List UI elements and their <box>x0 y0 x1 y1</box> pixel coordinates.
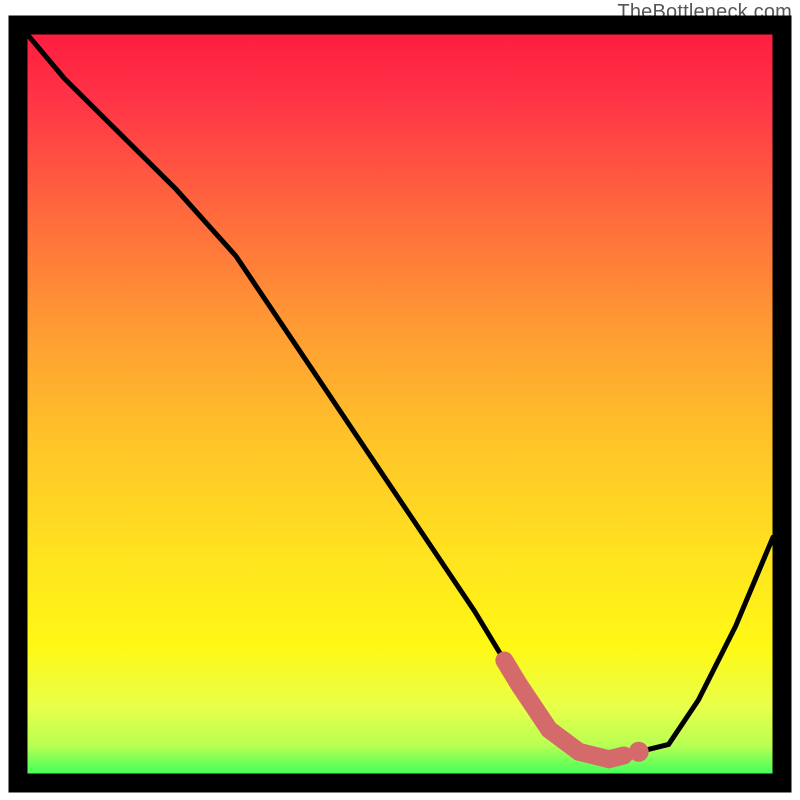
optimal-point-marker <box>629 742 649 762</box>
chart-container: TheBottleneck.com <box>0 0 800 800</box>
optimal-range-dash <box>609 756 624 760</box>
gradient-background <box>18 25 782 783</box>
bottleneck-chart <box>0 0 800 800</box>
plot-area <box>18 25 782 783</box>
